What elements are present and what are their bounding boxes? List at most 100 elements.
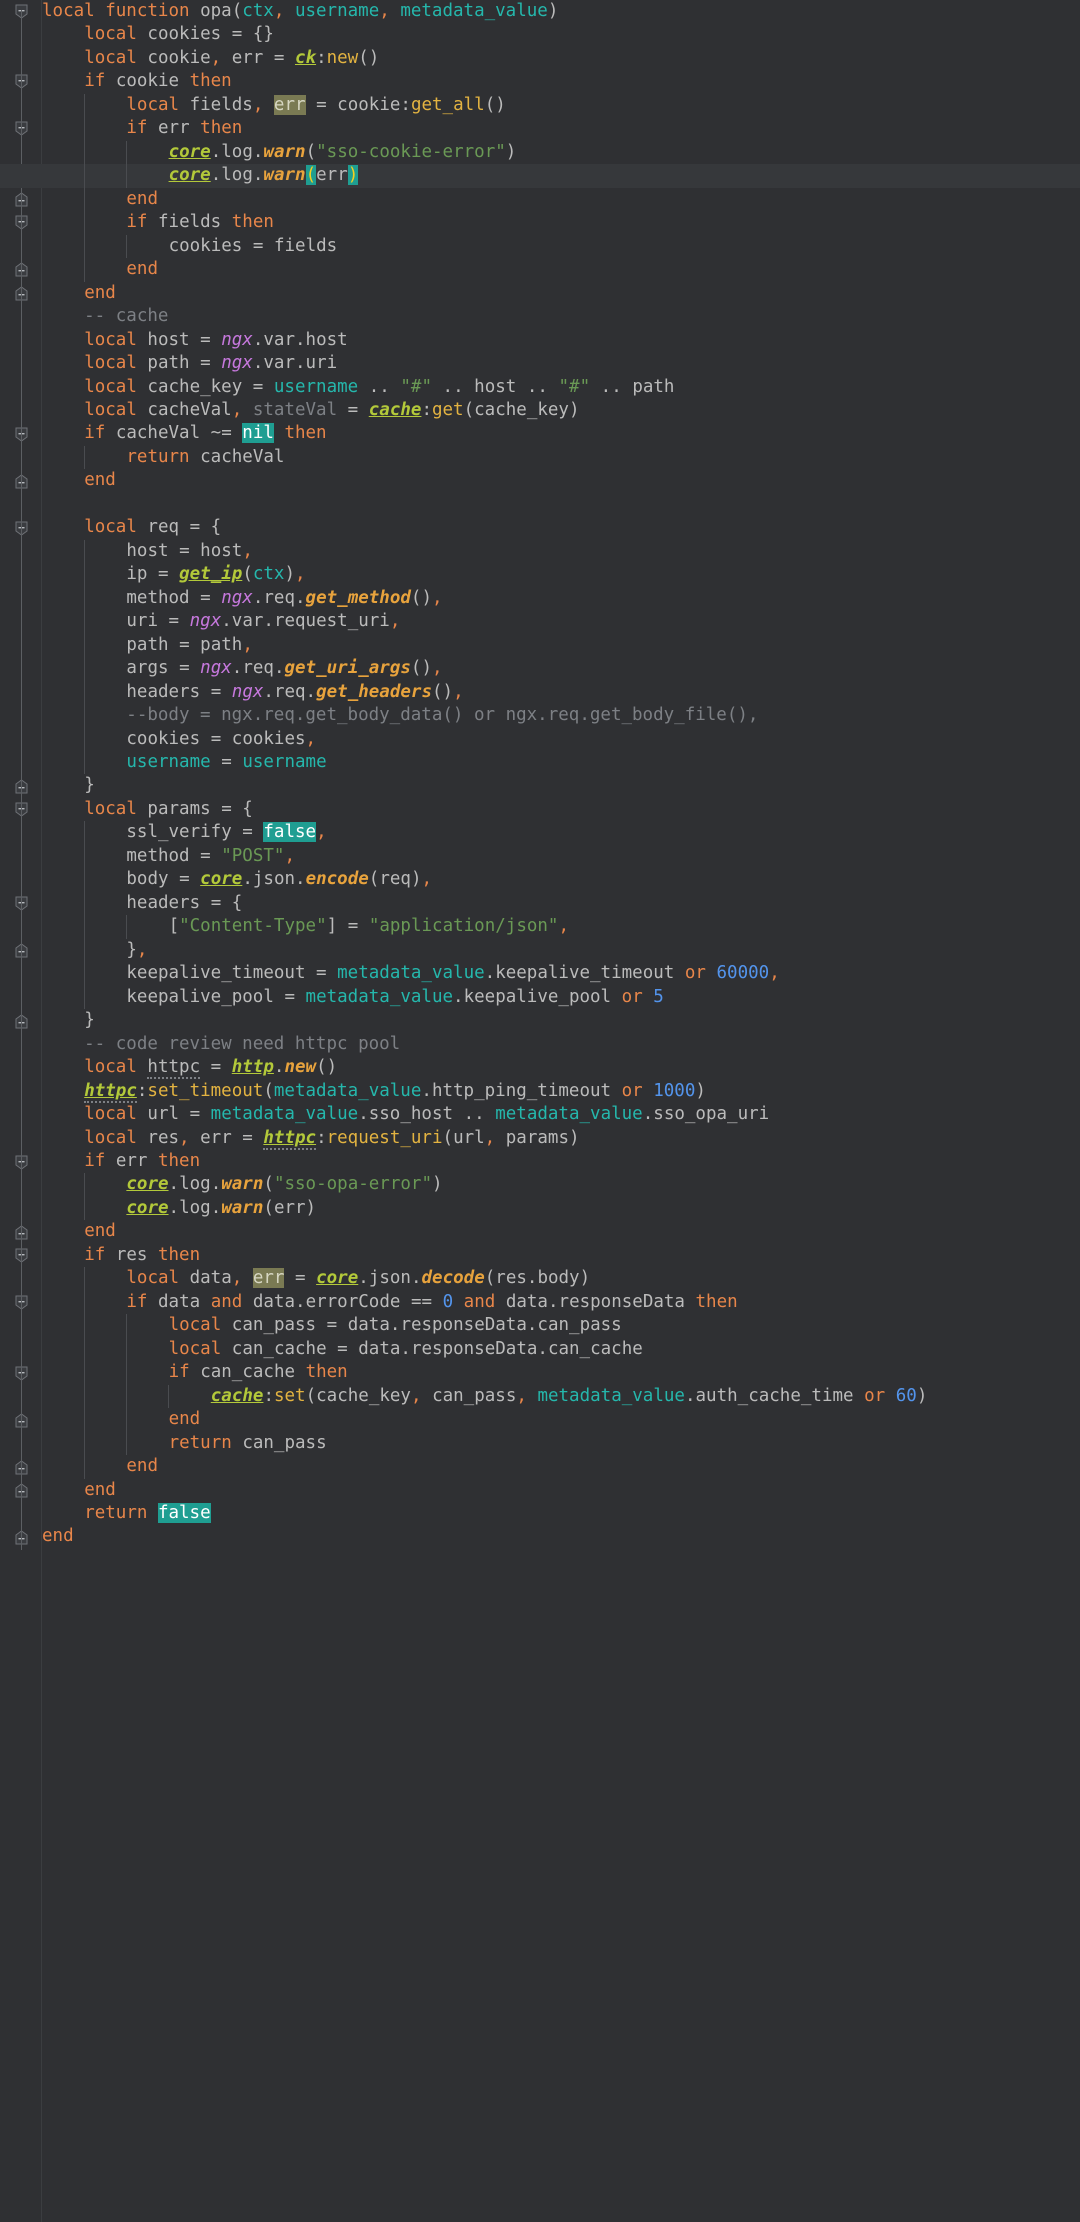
- code-line[interactable]: method = ngx.req.get_method(),: [0, 586, 1080, 611]
- code-line[interactable]: local fields, err = cookie:get_all(): [0, 93, 1080, 118]
- indent-guide: [84, 1196, 85, 1221]
- code-line[interactable]: if can_cache then: [0, 1361, 1080, 1385]
- indent-guide: [84, 140, 85, 165]
- code-line[interactable]: end: [0, 1455, 1080, 1479]
- indent-guide: [84, 680, 85, 705]
- indent-guide: [84, 868, 85, 892]
- indent-guide: [84, 211, 85, 235]
- code-line[interactable]: if fields then: [0, 211, 1080, 235]
- code-line[interactable]: return false: [0, 1502, 1080, 1525]
- indent-guide: [84, 727, 85, 751]
- indent-guide: [84, 1455, 85, 1479]
- indent-guide: [84, 93, 85, 118]
- indent-guide: [84, 657, 85, 681]
- indent-guide: [84, 610, 85, 634]
- indent-guide: [84, 938, 85, 963]
- code-line[interactable]: local path = ngx.var.uri: [0, 352, 1080, 375]
- code-line[interactable]: args = ngx.req.get_uri_args(),: [0, 657, 1080, 681]
- indent-guide: [84, 915, 85, 939]
- code-line[interactable]: local res, err = httpc:request_uri(url, …: [0, 1127, 1080, 1150]
- code-line[interactable]: end: [0, 187, 1080, 212]
- indent-guide: [84, 1173, 85, 1197]
- code-line[interactable]: end: [0, 469, 1080, 492]
- indent-guide: [126, 1431, 128, 1456]
- code-line[interactable]: ssl_verify = false,: [0, 821, 1080, 845]
- indent-guide: [84, 962, 85, 986]
- code-line[interactable]: end: [0, 258, 1080, 282]
- code-line[interactable]: if res then: [0, 1244, 1080, 1267]
- indent-guide: [84, 1267, 85, 1291]
- code-line[interactable]: local cookies = {}: [0, 23, 1080, 46]
- indent-guide: [126, 1384, 128, 1409]
- code-line[interactable]: local httpc = http.new(): [0, 1056, 1080, 1080]
- code-line[interactable]: method = "POST",: [0, 844, 1080, 869]
- code-line[interactable]: end: [0, 1479, 1080, 1502]
- code-line[interactable]: host = host,: [0, 539, 1080, 564]
- code-line[interactable]: local cacheVal, stateVal = cache:get(cac…: [0, 399, 1080, 422]
- indent-guide: [84, 539, 85, 564]
- code-line[interactable]: cookies = cookies,: [0, 727, 1080, 751]
- code-line[interactable]: local can_cache = data.responseData.can_…: [0, 1337, 1080, 1362]
- indent-guide: [84, 1408, 85, 1432]
- code-line[interactable]: ip = get_ip(ctx),: [0, 563, 1080, 587]
- code-line[interactable]: local function opa(ctx, username, metada…: [0, 0, 1080, 23]
- indent-guide: [84, 844, 85, 869]
- code-line[interactable]: if cacheVal ~= nil then: [0, 422, 1080, 445]
- code-line[interactable]: end: [0, 1408, 1080, 1432]
- code-line[interactable]: end: [0, 282, 1080, 305]
- indent-guide: [84, 445, 85, 470]
- indent-guide: [84, 891, 85, 916]
- code-line[interactable]: cache:set(cache_key, can_pass, metadata_…: [0, 1384, 1080, 1409]
- indent-guide: [84, 1290, 85, 1315]
- code-line[interactable]: local can_pass = data.responseData.can_p…: [0, 1314, 1080, 1338]
- indent-guide: [84, 234, 85, 259]
- code-line[interactable]: ["Content-Type"] = "application/json",: [0, 915, 1080, 939]
- code-line[interactable]: if cookie then: [0, 70, 1080, 93]
- code-line[interactable]: local req = {: [0, 516, 1080, 539]
- code-line[interactable]: if err then: [0, 1150, 1080, 1173]
- code-line[interactable]: username = username: [0, 751, 1080, 775]
- code-line[interactable]: local host = ngx.var.host: [0, 329, 1080, 352]
- code-line[interactable]: if data and data.errorCode == 0 and data…: [0, 1290, 1080, 1315]
- code-line[interactable]: -- code review need httpc pool: [0, 1033, 1080, 1056]
- code-line[interactable]: }: [0, 1009, 1080, 1032]
- code-line[interactable]: }: [0, 774, 1080, 797]
- code-line[interactable]: local params = {: [0, 798, 1080, 821]
- code-line[interactable]: body = core.json.encode(req),: [0, 868, 1080, 892]
- code-line[interactable]: headers = ngx.req.get_headers(),: [0, 680, 1080, 705]
- code-line[interactable]: --body = ngx.req.get_body_data() or ngx.…: [0, 704, 1080, 728]
- code-line[interactable]: if err then: [0, 117, 1080, 141]
- code-line[interactable]: return cacheVal: [0, 445, 1080, 470]
- code-line[interactable]: local data, err = core.json.decode(res.b…: [0, 1267, 1080, 1291]
- code-line[interactable]: core.log.warn(err): [0, 164, 1080, 188]
- indent-guide: [126, 164, 128, 188]
- indent-guide: [84, 633, 85, 658]
- code-line[interactable]: local cache_key = username .. "#" .. hos…: [0, 376, 1080, 399]
- indent-guide: [84, 985, 85, 1010]
- code-line[interactable]: },: [0, 938, 1080, 963]
- code-content[interactable]: local function opa(ctx, username, metada…: [0, 0, 1080, 1549]
- code-line[interactable]: -- cache: [0, 305, 1080, 328]
- code-line[interactable]: cookies = fields: [0, 234, 1080, 259]
- indent-guide: [84, 704, 85, 728]
- indent-guide: [168, 1384, 170, 1409]
- code-line[interactable]: core.log.warn("sso-cookie-error"): [0, 140, 1080, 165]
- code-line[interactable]: [0, 493, 1080, 516]
- code-line[interactable]: httpc:set_timeout(metadata_value.http_pi…: [0, 1080, 1080, 1103]
- code-line[interactable]: path = path,: [0, 633, 1080, 658]
- code-line[interactable]: local url = metadata_value.sso_host .. m…: [0, 1103, 1080, 1126]
- code-editor[interactable]: local function opa(ctx, username, metada…: [0, 0, 1080, 2222]
- code-line[interactable]: core.log.warn("sso-opa-error"): [0, 1173, 1080, 1197]
- code-line[interactable]: keepalive_timeout = metadata_value.keepa…: [0, 962, 1080, 986]
- code-line[interactable]: end: [0, 1220, 1080, 1243]
- indent-guide: [84, 563, 85, 587]
- code-line[interactable]: end: [0, 1525, 1080, 1548]
- code-line[interactable]: uri = ngx.var.request_uri,: [0, 610, 1080, 634]
- code-line[interactable]: headers = {: [0, 891, 1080, 916]
- indent-guide: [126, 1314, 128, 1338]
- code-line[interactable]: keepalive_pool = metadata_value.keepaliv…: [0, 985, 1080, 1010]
- indent-guide: [84, 187, 85, 212]
- code-line[interactable]: return can_pass: [0, 1431, 1080, 1456]
- code-line[interactable]: local cookie, err = ck:new(): [0, 47, 1080, 70]
- code-line[interactable]: core.log.warn(err): [0, 1196, 1080, 1221]
